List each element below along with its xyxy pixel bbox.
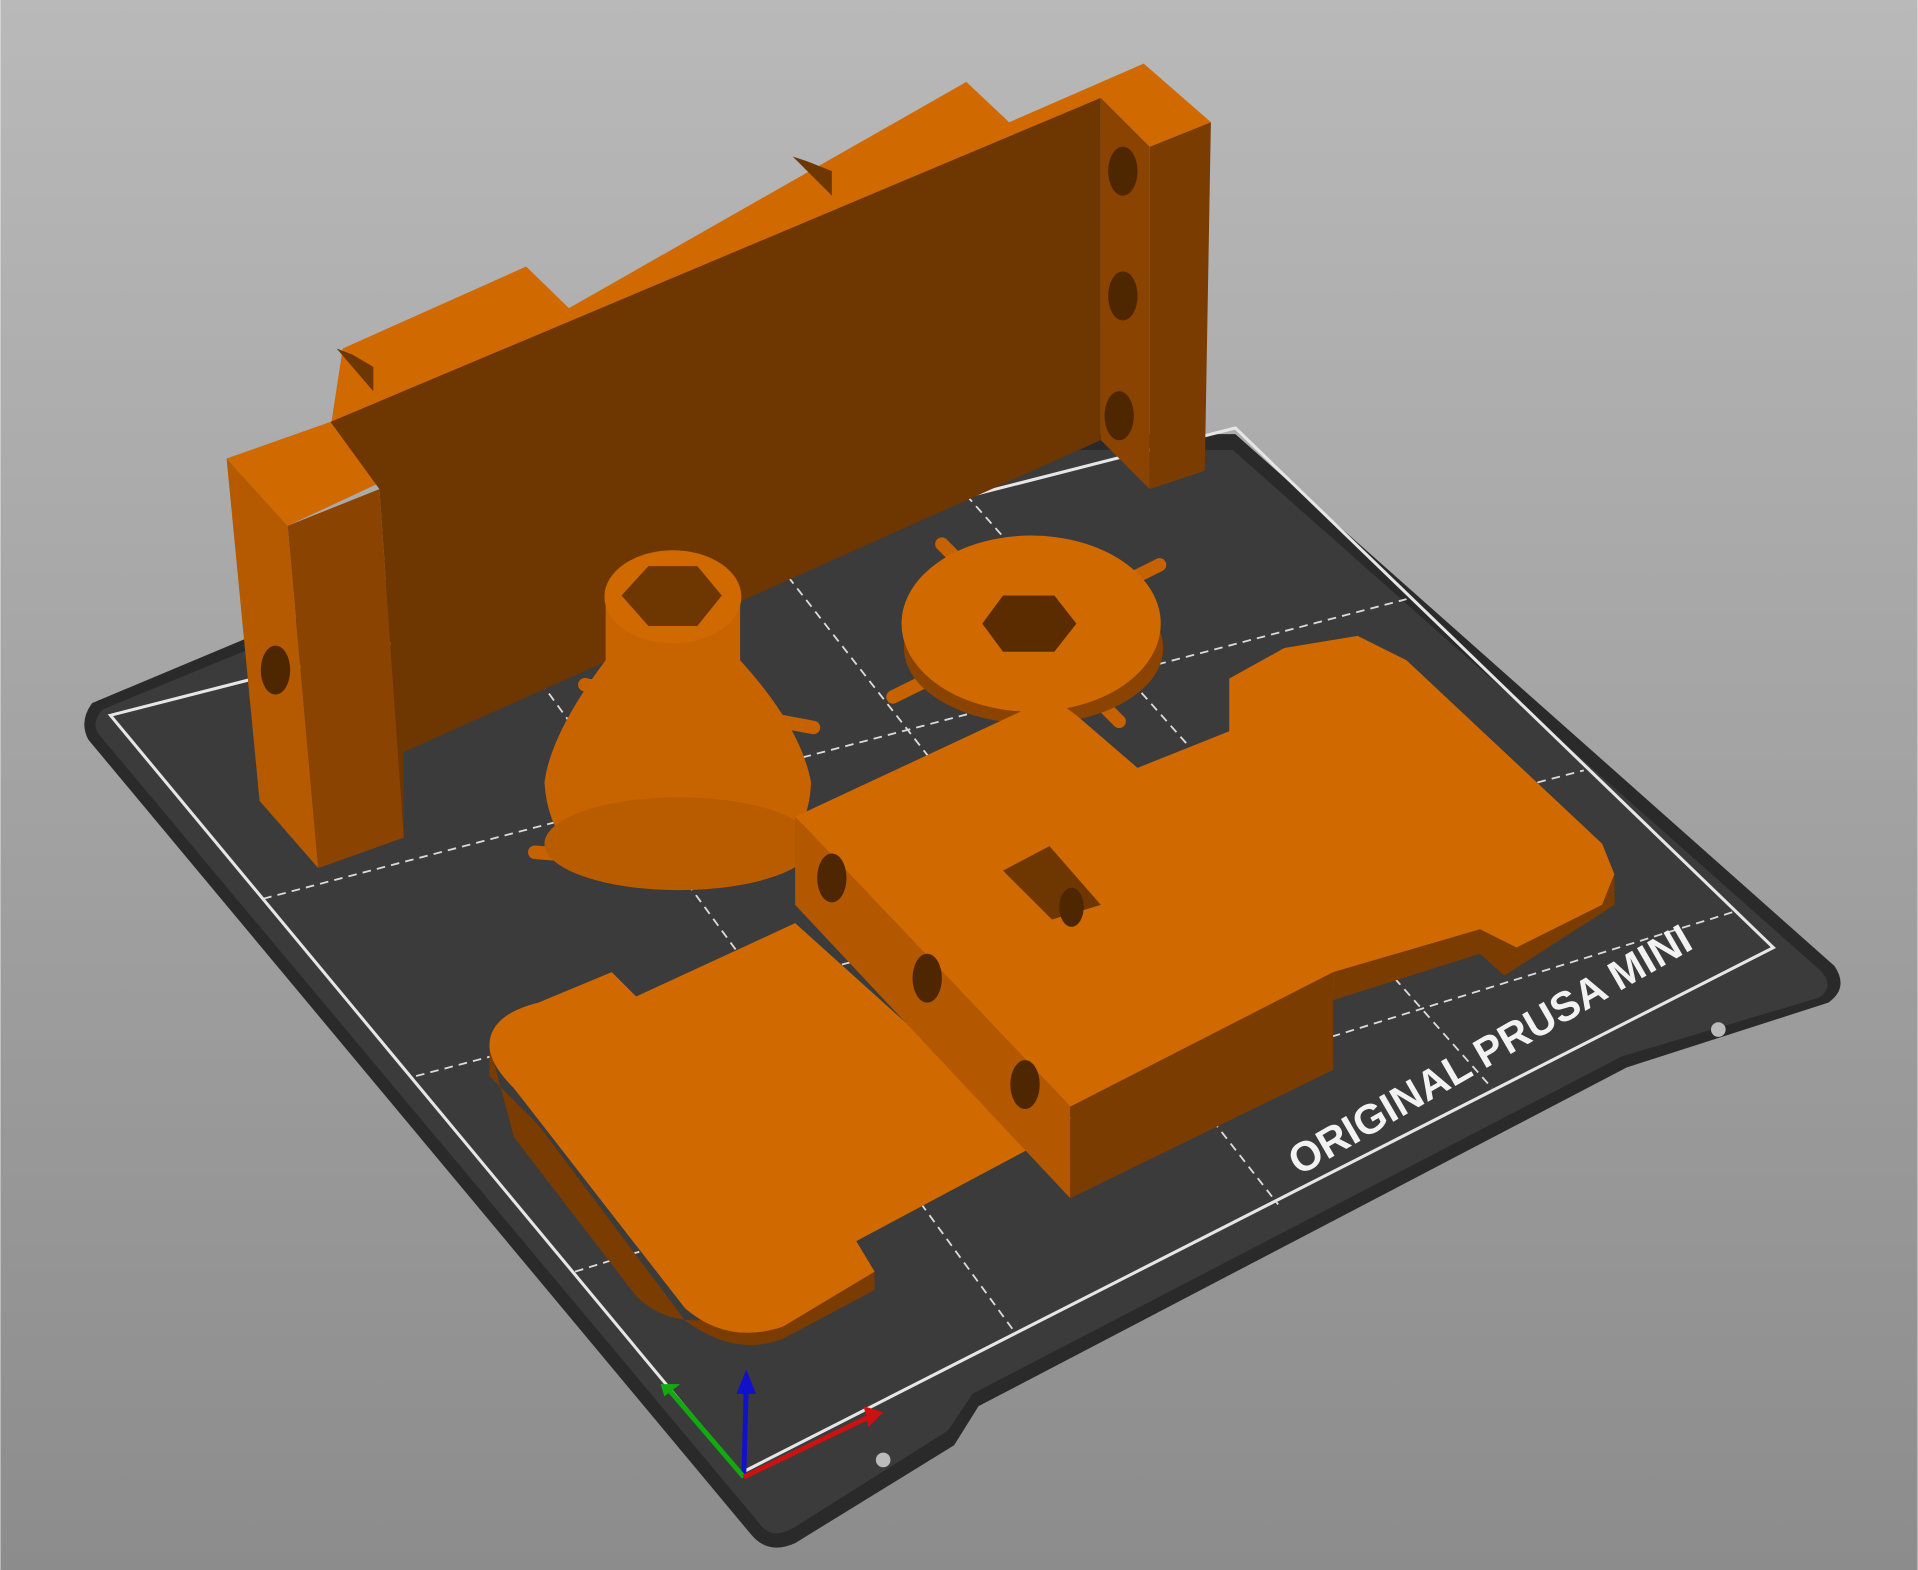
viewport-scene[interactable]: ORIGINAL PRUSA MINI [0, 0, 1918, 1570]
bed-mount-hole [875, 1452, 891, 1468]
3d-viewport[interactable]: ORIGINAL PRUSA MINI [0, 0, 1918, 1570]
bed-mount-hole [1710, 1022, 1726, 1037]
